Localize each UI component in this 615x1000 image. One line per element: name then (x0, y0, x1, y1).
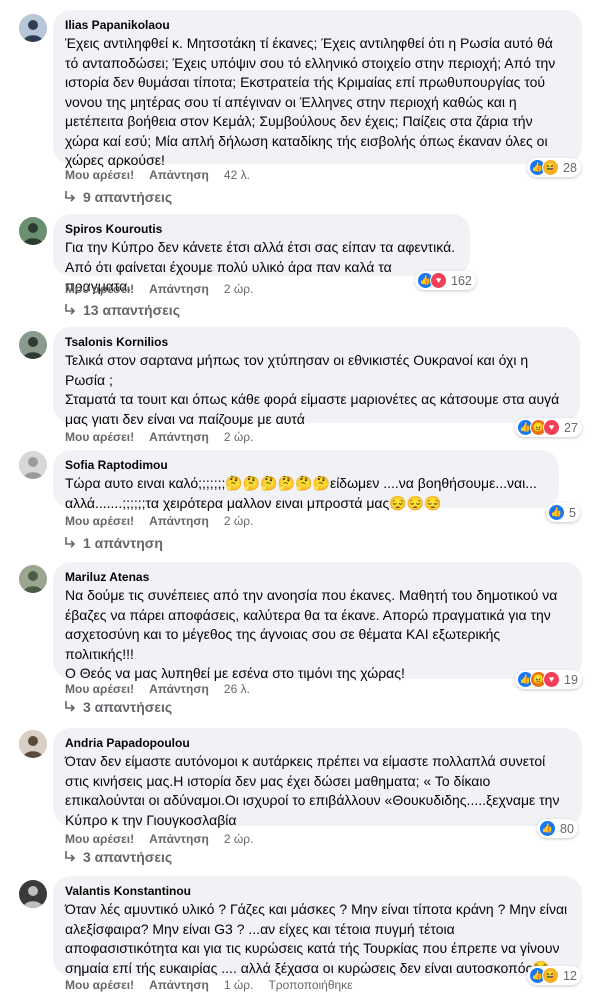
comment-actions: Μου αρέσει! Απάντηση 2 ώρ. (65, 514, 268, 528)
reply-link[interactable]: Απάντηση (149, 978, 209, 992)
haha-reaction-icon: 😆 (542, 967, 559, 984)
comment-bubble: Ilias Papanikolaou Έχεις αντιληφθεί κ. Μ… (53, 10, 582, 168)
like-link[interactable]: Μου αρέσει! (65, 430, 134, 444)
comment-text: Έχεις αντιληφθεί κ. Μητσοτάκη τί έκανες;… (65, 35, 556, 168)
avatar[interactable] (19, 880, 47, 908)
reply-arrow-icon (65, 701, 76, 712)
reaction-count: 162 (451, 273, 472, 288)
comment-text: Τελικά στον σαρτανα μήπως τον χτύπησαν ο… (65, 352, 560, 427)
comment-timestamp[interactable]: 2 ώρ. (224, 430, 254, 444)
comment-actions: Μου αρέσει! Απάντηση 1 ώρ. Τροποποιήθηκε (65, 978, 368, 992)
comment-text: Όταν δεν είμαστε αυτόνομοι κ αυτάρκεις π… (65, 753, 560, 828)
comment-actions: Μου αρέσει! Απάντηση 2 ώρ. (65, 430, 268, 444)
reaction-count: 5 (569, 505, 576, 520)
view-replies-link[interactable]: 3 απαντήσεις (63, 698, 172, 716)
avatar[interactable] (19, 451, 47, 479)
avatar[interactable] (19, 14, 47, 42)
comment-timestamp[interactable]: 1 ώρ. (224, 978, 254, 992)
comment-bubble: Andria Papadopoulou Όταν δεν είμαστε αυτ… (53, 728, 582, 828)
comment-text: Να δούμε τις συνέπειες από την ανοησία π… (65, 587, 558, 681)
reaction-summary[interactable]: 👍 😠 ♥ 27 (515, 418, 582, 437)
avatar[interactable] (19, 730, 47, 758)
reply-arrow-icon (65, 537, 76, 548)
haha-reaction-icon: 😆 (542, 159, 559, 176)
comment-bubble: Mariluz Atenas Να δούμε τις συνέπειες απ… (53, 562, 582, 681)
view-replies-link[interactable]: 3 απαντήσεις (63, 848, 172, 866)
comment-author[interactable]: Mariluz Atenas (65, 569, 570, 585)
like-link[interactable]: Μου αρέσει! (65, 682, 134, 696)
reaction-count: 12 (563, 968, 577, 983)
view-replies-link[interactable]: 13 απαντήσεις (63, 301, 180, 319)
comment-author[interactable]: Tsalonis Kornilios (65, 334, 568, 350)
comment-timestamp[interactable]: 2 ώρ. (224, 832, 254, 846)
reply-link[interactable]: Απάντηση (149, 430, 209, 444)
replies-count: 9 απαντήσεις (83, 189, 173, 205)
love-reaction-icon: ♥ (430, 272, 447, 289)
comment-actions: Μου αρέσει! Απάντηση 2 ώρ. (65, 282, 268, 296)
replies-count: 13 απαντήσεις (83, 302, 180, 318)
replies-count: 1 απάντηση (83, 535, 163, 551)
comment-actions: Μου αρέσει! Απάντηση 26 λ. (65, 682, 265, 696)
view-replies-link[interactable]: 1 απάντηση (63, 534, 163, 552)
like-reaction-icon: 👍 (539, 820, 556, 837)
like-link[interactable]: Μου αρέσει! (65, 832, 134, 846)
like-link[interactable]: Μου αρέσει! (65, 978, 134, 992)
reaction-summary[interactable]: 👍 😆 12 (527, 966, 581, 985)
reply-link[interactable]: Απάντηση (149, 168, 209, 182)
comment-author[interactable]: Valantis Konstantinou (65, 883, 570, 899)
reaction-summary[interactable]: 👍 5 (546, 503, 580, 522)
view-replies-link[interactable]: 9 απαντήσεις (63, 188, 172, 206)
reply-arrow-icon (65, 191, 76, 202)
reaction-summary[interactable]: 👍 80 (537, 819, 578, 838)
comment-bubble: Valantis Konstantinou Όταν λές αμυντικό … (53, 876, 582, 976)
replies-count: 3 απαντήσεις (83, 699, 173, 715)
replies-count: 3 απαντήσεις (83, 849, 173, 865)
reaction-count: 28 (563, 160, 577, 175)
reply-arrow-icon (65, 851, 76, 862)
comment-author[interactable]: Ilias Papanikolaou (65, 17, 570, 33)
comment-timestamp[interactable]: 2 ώρ. (224, 282, 254, 296)
edited-label[interactable]: Τροποποιήθηκε (268, 978, 352, 992)
comment-bubble: Sofia Raptodimou Τώρα αυτο ειναι καλό;;;… (53, 450, 559, 511)
reply-arrow-icon (65, 304, 76, 315)
reaction-count: 19 (564, 672, 578, 687)
reaction-summary[interactable]: 👍 😆 28 (527, 158, 581, 177)
comment-author[interactable]: Spiros Kouroutis (65, 221, 458, 237)
reaction-count: 80 (560, 821, 574, 836)
reply-link[interactable]: Απάντηση (149, 514, 209, 528)
comment-actions: Μου αρέσει! Απάντηση 2 ώρ. (65, 832, 268, 846)
comment-actions: Μου αρέσει! Απάντηση 42 λ. (65, 168, 265, 182)
love-reaction-icon: ♥ (543, 671, 560, 688)
comment-author[interactable]: Andria Papadopoulou (65, 735, 570, 751)
reply-link[interactable]: Απάντηση (149, 282, 209, 296)
like-link[interactable]: Μου αρέσει! (65, 282, 134, 296)
avatar[interactable] (19, 565, 47, 593)
reply-link[interactable]: Απάντηση (149, 682, 209, 696)
comment-bubble: Tsalonis Kornilios Τελικά στον σαρτανα μ… (53, 327, 580, 427)
love-reaction-icon: ♥ (543, 419, 560, 436)
comment-timestamp[interactable]: 42 λ. (224, 168, 250, 182)
avatar[interactable] (19, 217, 47, 245)
reaction-summary[interactable]: 👍 😠 ♥ 19 (515, 670, 582, 689)
comment-bubble: Spiros Kouroutis Για την Κύπρο δεν κάνετ… (53, 214, 470, 294)
comment-text: Τώρα αυτο ειναι καλό;;;;;;;🤔🤔🤔🤔🤔🤔είδωμεν… (65, 475, 537, 511)
reply-link[interactable]: Απάντηση (149, 832, 209, 846)
avatar[interactable] (19, 331, 47, 359)
like-link[interactable]: Μου αρέσει! (65, 514, 134, 528)
comment-timestamp[interactable]: 2 ώρ. (224, 514, 254, 528)
comment-text: Όταν λές αμυντικό υλικό ? Γάζες και μάσκ… (65, 901, 568, 976)
comment-timestamp[interactable]: 26 λ. (224, 682, 250, 696)
comment-author[interactable]: Sofia Raptodimou (65, 457, 547, 473)
reaction-summary[interactable]: 👍 ♥ 162 (415, 271, 476, 290)
reaction-count: 27 (564, 420, 578, 435)
like-reaction-icon: 👍 (548, 504, 565, 521)
like-link[interactable]: Μου αρέσει! (65, 168, 134, 182)
